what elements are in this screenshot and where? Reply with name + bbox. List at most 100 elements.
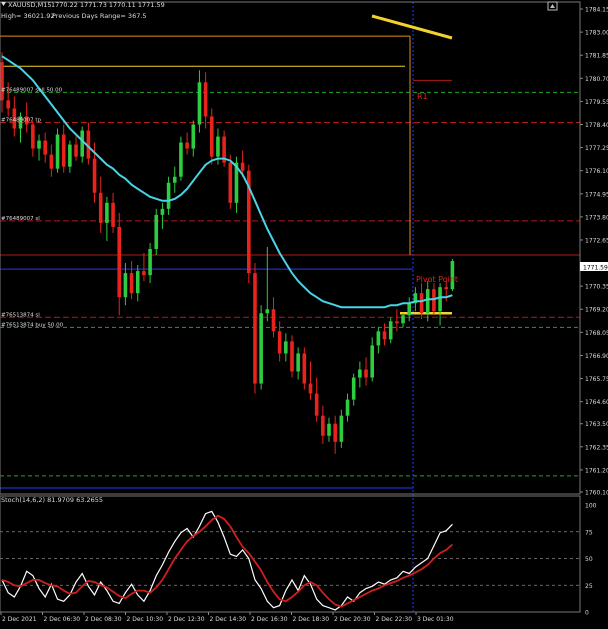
pivot-point-label: Pivot Point (416, 275, 458, 284)
time-tick-label: 2 Dec 14:30 (210, 616, 247, 623)
price-tick-label: 1768.05 (585, 330, 608, 337)
order-line-label: #76489007 tp (1, 117, 42, 123)
candle-body (296, 353, 300, 372)
candle-body (370, 345, 374, 378)
price-tick-label: 1769.20 (585, 307, 608, 314)
price-tick-label: 1777.25 (585, 145, 608, 152)
candle-body (284, 341, 288, 354)
candle-body (98, 192, 103, 223)
time-tick-label: 2 Dec 10:30 (127, 616, 164, 623)
price-tick-label: 1779.55 (585, 99, 608, 106)
candle-body (327, 423, 331, 436)
candle-body (419, 293, 424, 314)
symbol-label: XAUUSD,M15 (8, 1, 52, 9)
candle-body (80, 130, 85, 157)
candle-body (179, 142, 183, 177)
candle-body (49, 154, 54, 169)
time-tick-label: 2 Dec 16:30 (251, 616, 288, 623)
time-tick-label: 2 Dec 18:30 (293, 616, 330, 623)
stoch-tick-label: 100 (585, 503, 597, 510)
candle-body (432, 289, 436, 312)
price-tick-label: 1773.80 (585, 214, 608, 221)
candle-body (0, 62, 4, 101)
candle-body (345, 399, 350, 416)
candle-body (154, 214, 159, 250)
r1-label: R1 (417, 92, 428, 101)
candle-body (302, 353, 307, 384)
order-line-label: #76489007 sl (1, 216, 40, 222)
candle-body (253, 273, 257, 384)
candle-body (271, 309, 276, 332)
time-tick-label: 2 Dec 06:30 (44, 616, 81, 623)
candle-body (240, 162, 245, 171)
price-tick-label: 1762.35 (585, 444, 608, 451)
time-tick-label: 2 Dec 08:30 (85, 616, 122, 623)
candle-body (68, 144, 72, 167)
price-tick-label: 1778.40 (585, 122, 608, 129)
candle-body (105, 202, 109, 223)
candle-body (358, 369, 362, 378)
candle-body (444, 287, 449, 290)
candle-body (129, 273, 134, 294)
candle-body (197, 82, 202, 125)
candle-body (216, 136, 220, 157)
chart-root: 1784.15 1783.00 1781.85 1780.70 1779.55 1778.… (0, 0, 608, 625)
prev-range-label: Previous Days Range= 367.5 (52, 12, 147, 20)
stoch-tick-label: 50 (585, 556, 593, 563)
stoch-tick-label: 75 (585, 529, 593, 536)
price-tick-label: 1766.90 (585, 353, 608, 360)
time-tick-label: 2 Dec 12:30 (168, 616, 205, 623)
candle-body (92, 158, 97, 193)
candle-body (191, 124, 196, 149)
candle-body (351, 377, 356, 400)
time-tick-label: 2 Dec 2021 (2, 616, 37, 623)
price-tick-label: 1781.85 (585, 53, 608, 60)
price-tick-label: 1783.00 (585, 30, 608, 37)
candle-body (259, 313, 263, 384)
candle-body (290, 341, 294, 372)
candle-body (148, 249, 152, 276)
candle-body (123, 273, 128, 298)
candle-body (135, 271, 140, 294)
candle-body (395, 321, 399, 324)
time-tick-label: 2 Dec 20:30 (334, 616, 371, 623)
candle-body (185, 142, 189, 149)
candle-body (407, 303, 412, 316)
candle-body (277, 331, 282, 354)
order-line-label: #76513874 sl (1, 312, 40, 318)
candle-body (55, 134, 60, 169)
candle-body (308, 383, 313, 394)
candle-body (61, 134, 66, 167)
stoch-tick-label: 0 (585, 610, 589, 617)
candle-body (382, 331, 387, 340)
price-tick-label: 1765.75 (585, 376, 608, 383)
candle-body (228, 162, 233, 203)
candle-body (438, 287, 442, 312)
price-tick-label: 1770.35 (585, 284, 608, 291)
candle-body (401, 315, 405, 324)
chart-background (0, 0, 608, 625)
candle-body (265, 309, 270, 314)
price-tick-label: 1772.65 (585, 237, 608, 244)
candle-body (314, 393, 319, 416)
candle-body (321, 415, 325, 436)
candle-body (37, 140, 41, 149)
candle-body (31, 124, 35, 149)
ohlc-values: 1770.22 1771.73 1770.11 1771.59 (51, 1, 165, 9)
candle-body (203, 82, 208, 117)
candle-body (172, 176, 177, 183)
price-tick-label: 1780.70 (585, 76, 608, 83)
time-tick-label: 2 Dec 22:30 (376, 616, 413, 623)
candle-body (209, 116, 214, 157)
price-tick-label: 1764.60 (585, 399, 608, 406)
candle-body (142, 271, 146, 276)
candle-body (339, 415, 344, 442)
price-tick-label: 1784.15 (585, 7, 608, 14)
candle-body (6, 100, 10, 109)
candle-body (117, 226, 122, 298)
price-tick-label: 1760.10 (585, 489, 608, 496)
candle-body (74, 144, 78, 157)
price-tick-label: 1763.50 (585, 421, 608, 428)
price-tick-label: 1774.95 (585, 191, 608, 198)
high-label: High= 36021.92 (1, 12, 54, 20)
